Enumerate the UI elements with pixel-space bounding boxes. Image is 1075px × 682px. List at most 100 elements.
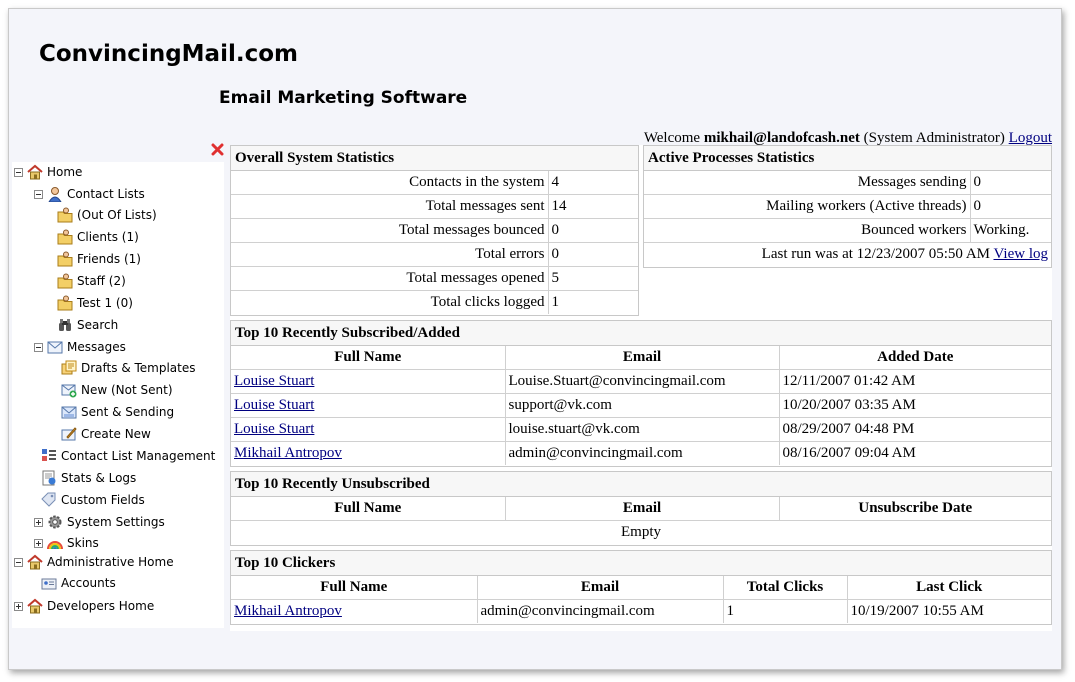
logout-link[interactable]: Logout <box>1009 130 1052 146</box>
stat-label: Total clicks logged <box>231 290 549 314</box>
recently-unsubscribed-panel: Top 10 Recently Unsubscribed Full Name Em… <box>230 471 1052 546</box>
nav-item-clients[interactable]: Clients (1) <box>57 227 139 247</box>
contact-email: support@vk.com <box>504 393 780 418</box>
expand-toggle[interactable] <box>34 517 43 527</box>
contact-name-link[interactable]: Louise Stuart <box>234 397 314 413</box>
stat-row: Total messages opened 5 <box>231 266 638 291</box>
contact-name-link[interactable]: Mikhail Antropov <box>234 603 342 619</box>
nav-item-staff[interactable]: Staff (2) <box>57 271 126 291</box>
table-row: Empty <box>231 520 1051 544</box>
nav-item-out-of-lists[interactable]: (Out Of Lists) <box>57 205 157 225</box>
folder-person-icon <box>57 229 73 245</box>
nav-item-contact-list-mgmt[interactable]: Contact List Management <box>41 446 215 466</box>
column-header: Email <box>504 497 780 521</box>
stat-label: Total messages bounced <box>231 218 549 243</box>
nav-item-custom-fields[interactable]: Custom Fields <box>41 490 145 510</box>
stat-row: Total clicks logged 1 <box>231 290 638 314</box>
nav-item-home[interactable]: Home <box>14 162 82 182</box>
table-row: Mikhail Antropov admin@convincingmail.com… <box>231 599 1051 623</box>
column-header: Full Name <box>231 576 478 600</box>
table-row: Louise Stuart louise.stuart@vk.com 08/29/2… <box>231 417 1051 442</box>
collapse-toggle[interactable] <box>14 167 23 177</box>
table-header-row: Full Name Email Total Clicks Last Click <box>231 576 1051 600</box>
nav-item-messages[interactable]: Messages <box>34 337 126 357</box>
nav-item-skins[interactable]: Skins <box>34 533 99 553</box>
nav-item-test1[interactable]: Test 1 (0) <box>57 293 133 313</box>
new-message-icon <box>61 384 77 398</box>
recently-unsubscribed-table: Full Name Email Unsubscribe Date Empty <box>231 497 1051 544</box>
sidebar-tree: Home Contact Lists (Out Of Lists) Client… <box>12 162 224 628</box>
drafts-templates-icon <box>61 360 77 375</box>
nav-item-stats-logs[interactable]: Stats & Logs <box>41 468 136 488</box>
contact-name-link[interactable]: Louise Stuart <box>234 373 314 389</box>
stat-value: 0 <box>969 171 1051 195</box>
nav-item-dev-home[interactable]: Developers Home <box>14 596 154 616</box>
nav-item-new-not-sent[interactable]: New (Not Sent) <box>61 380 173 400</box>
collapse-toggle[interactable] <box>34 189 43 199</box>
stat-value: 0 <box>969 194 1051 219</box>
nav-item-admin-home[interactable]: Administrative Home <box>14 552 174 572</box>
nav-label-new-not-sent: New (Not Sent) <box>81 383 173 397</box>
contacts-person-icon <box>48 187 62 202</box>
nav-item-sent-sending[interactable]: Sent & Sending <box>61 402 174 422</box>
nav-label-home: Home <box>47 165 83 179</box>
folder-person-icon <box>57 207 73 223</box>
top-clickers-panel: Top 10 Clickers Full Name Email Total Clic… <box>230 550 1052 625</box>
expand-toggle[interactable] <box>34 538 43 548</box>
added-date: 08/16/2007 09:04 AM <box>778 441 1051 465</box>
active-processes-table: Messages sending 0 Mailing workers (Activ… <box>644 171 1051 266</box>
nav-label-contact-list-mgmt: Contact List Management <box>61 449 216 463</box>
stat-value: 14 <box>547 194 638 219</box>
nav-item-create-new[interactable]: Create New <box>61 424 151 444</box>
nav-item-contact-lists[interactable]: Contact Lists <box>34 184 145 204</box>
close-panel-icon[interactable] <box>211 143 224 156</box>
contact-email: admin@convincingmail.com <box>476 599 724 623</box>
nav-label-stats-logs: Stats & Logs <box>61 471 137 485</box>
stat-label: Bounced workers <box>644 218 971 243</box>
table-header-row: Full Name Email Unsubscribe Date <box>231 497 1051 521</box>
collapse-toggle[interactable] <box>14 557 23 567</box>
contact-name-link[interactable]: Mikhail Antropov <box>234 445 342 461</box>
stats-logs-icon <box>42 470 56 486</box>
nav-label-messages: Messages <box>67 340 126 354</box>
collapse-toggle[interactable] <box>34 342 43 352</box>
nav-item-search[interactable]: Search <box>57 315 118 335</box>
stat-label: Total messages sent <box>231 194 549 219</box>
view-log-link[interactable]: View log <box>993 246 1048 262</box>
contact-email: louise.stuart@vk.com <box>504 417 780 442</box>
nav-label-friends: Friends (1) <box>77 252 141 266</box>
messages-icon <box>47 341 63 354</box>
table-row: Mikhail Antropov admin@convincingmail.com… <box>231 441 1051 465</box>
nav-label-system-settings: System Settings <box>67 515 165 529</box>
stat-row: Total messages bounced 0 <box>231 218 638 243</box>
nav-item-friends[interactable]: Friends (1) <box>57 249 141 269</box>
stat-value: 1 <box>547 290 638 314</box>
brand-title: ConvincingMail.com <box>39 41 298 67</box>
recently-unsubscribed-title: Top 10 Recently Unsubscribed <box>231 472 1051 497</box>
added-date: 08/29/2007 04:48 PM <box>778 417 1051 442</box>
table-row: Louise Stuart Louise.Stuart@convincingmai… <box>231 369 1051 394</box>
brand-subtitle: Email Marketing Software <box>219 88 468 108</box>
rainbow-icon <box>47 541 63 550</box>
nav-item-system-settings[interactable]: System Settings <box>34 512 165 532</box>
contact-email: admin@convincingmail.com <box>504 441 780 465</box>
nav-label-test1: Test 1 (0) <box>77 296 133 310</box>
nav-label-create-new: Create New <box>81 427 151 441</box>
column-header: Added Date <box>778 346 1051 370</box>
column-header: Email <box>476 576 724 600</box>
overall-stats-table: Contacts in the system 4 Total messages s… <box>231 171 638 314</box>
stat-row: Total errors 0 <box>231 242 638 267</box>
contact-name-link[interactable]: Louise Stuart <box>234 421 314 437</box>
nav-item-drafts[interactable]: Drafts & Templates <box>61 358 196 378</box>
table-row: Louise Stuart support@vk.com 10/20/2007 03… <box>231 393 1051 418</box>
recently-subscribed-title: Top 10 Recently Subscribed/Added <box>231 321 1051 346</box>
stat-row: Messages sending 0 <box>644 171 1051 195</box>
nav-label-search: Search <box>77 318 119 332</box>
expand-toggle[interactable] <box>14 601 23 611</box>
column-header: Unsubscribe Date <box>778 497 1051 521</box>
gear-icon <box>48 515 62 529</box>
nav-label-dev-home: Developers Home <box>47 599 155 613</box>
nav-item-accounts[interactable]: Accounts <box>41 573 116 593</box>
last-run-cell: Last run was at 12/23/2007 05:50 AM View… <box>644 242 1051 266</box>
last-run-text: Last run was at 12/23/2007 05:50 AM <box>761 246 990 262</box>
